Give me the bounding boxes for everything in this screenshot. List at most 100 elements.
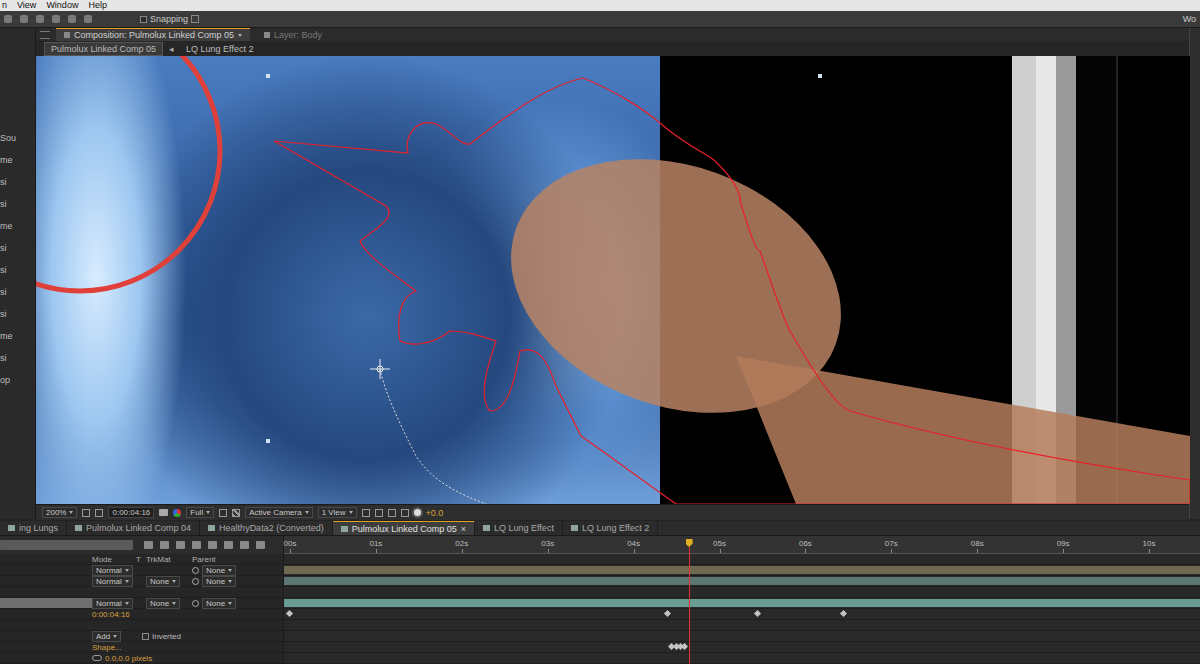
composition-viewer[interactable] [36,56,1190,504]
grid-icon[interactable] [95,509,103,517]
layer-bar[interactable] [284,577,1200,585]
motion-path[interactable] [380,369,486,504]
timeline-switch-icon[interactable] [208,541,217,549]
tool-icon[interactable] [36,15,44,23]
mask-feather-row[interactable]: 0.0,0.0 pixels [0,653,283,664]
tool-icon[interactable] [68,15,76,23]
menu-item[interactable]: View [17,0,36,11]
breadcrumb[interactable]: LQ Lung Effect 2 [180,43,259,55]
zoom-dropdown[interactable]: 200% [42,507,77,518]
close-tab-button[interactable]: × [461,524,466,534]
snapping-toggle[interactable]: Snapping [140,14,199,24]
panel-tab[interactable]: Composition: Pulmolux Linked Comp 05 [56,28,250,41]
mask-feather-value[interactable]: 0.0,0.0 pixels [105,654,152,663]
project-item[interactable]: si [0,243,35,254]
mode-dropdown[interactable]: Normal [92,576,133,587]
dropdown-arrow-icon[interactable] [238,34,242,37]
snapshot-icon[interactable] [159,509,168,516]
region-icon[interactable] [219,509,227,517]
views-dropdown[interactable]: 1 View [318,507,357,518]
timeline-tab[interactable]: LQ Lung Effect 2 [563,521,658,535]
timeline-switch-icon[interactable] [144,541,153,549]
timeline-switch-icon[interactable] [224,541,233,549]
project-item[interactable]: si [0,353,35,364]
layer-name[interactable] [0,576,92,586]
layer-handle[interactable] [266,74,270,78]
breadcrumb[interactable]: Pulmolux Linked Comp 05 [44,42,163,56]
transparency-grid-icon[interactable] [232,509,240,517]
layer-handle[interactable] [818,74,822,78]
keyframe[interactable] [286,610,293,617]
project-item[interactable]: me [0,155,35,166]
project-item[interactable]: me [0,331,35,342]
flowchart-icon[interactable] [401,509,409,517]
exposure-value[interactable]: +0.0 [426,508,444,518]
keyframe[interactable] [664,610,671,617]
mask-shape-value[interactable]: Shape... [92,643,122,652]
trkmat-dropdown[interactable]: None [146,576,180,587]
timeline-tab[interactable]: Pulmolux Linked Comp 05 × [333,521,475,535]
time-value[interactable]: 0:00:04:16 [92,610,130,619]
layer-search[interactable] [0,540,133,550]
layer-name[interactable] [0,565,92,575]
timeline-switch-icon[interactable] [176,541,185,549]
parent-dropdown[interactable]: None [202,576,236,587]
project-item[interactable]: Sou [0,133,35,144]
inverted-checkbox[interactable] [142,633,149,640]
project-item[interactable]: si [0,287,35,298]
project-item[interactable]: si [0,177,35,188]
menu-item[interactable]: n [2,0,7,11]
mode-dropdown[interactable]: Normal [92,565,133,576]
inverted-toggle[interactable]: Inverted [142,632,181,641]
project-item[interactable]: si [0,199,35,210]
current-time[interactable]: 0:00:04:16 [108,507,154,518]
fast-preview-icon[interactable] [375,509,383,517]
mask-path[interactable] [274,78,1190,504]
pick-whip-icon[interactable] [192,600,199,607]
tool-icon[interactable] [52,15,60,23]
timeline-tab[interactable]: ing Lungs [0,521,67,535]
layer-bar[interactable] [284,566,1200,574]
layer-handle[interactable] [266,439,270,443]
snapping-checkbox[interactable] [140,16,147,23]
timeline-tab[interactable]: LQ Lung Effect [475,521,563,535]
parent-dropdown[interactable]: None [202,565,236,576]
pick-whip-icon[interactable] [192,578,199,585]
tool-icon[interactable] [84,15,92,23]
time-ruler[interactable]: 00s 01s 02s 03s 04s 05s 06s 07s 08s 09s … [284,536,1200,554]
mask-overlay[interactable] [36,56,1190,504]
project-item[interactable]: op [0,375,35,386]
exposure-icon[interactable] [414,509,421,516]
link-icon[interactable] [92,655,102,661]
camera-dropdown[interactable]: Active Camera [245,507,312,518]
tool-icon[interactable] [4,15,12,23]
timeline-switch-icon[interactable] [240,541,249,549]
tool-icon[interactable] [20,15,28,23]
grip-icon[interactable] [40,31,50,39]
channel-icon[interactable] [173,509,181,517]
project-item[interactable]: me [0,221,35,232]
toggle-pixel-icon[interactable] [362,509,370,517]
mask-mode-dropdown[interactable]: Add [92,631,121,642]
timeline-tab[interactable]: Pulmolux Linked Comp 04 [67,521,200,535]
timeline-switch-icon[interactable] [160,541,169,549]
mask-shape-row[interactable]: Shape... [0,642,283,653]
keyframe[interactable] [681,643,688,650]
layer-row[interactable]: Normal None None [0,576,283,587]
project-item[interactable]: si [0,309,35,320]
menu-item[interactable]: Window [46,0,78,11]
timeline-switch-icon[interactable] [192,541,201,549]
layer-name[interactable] [0,598,92,608]
track-area[interactable]: 00s 01s 02s 03s 04s 05s 06s 07s 08s 09s … [284,536,1200,664]
menu-item[interactable]: Help [88,0,107,11]
keyframe[interactable] [840,610,847,617]
timeline-icon[interactable] [388,509,396,517]
project-item[interactable]: si [0,265,35,276]
timeline-tab[interactable]: HealthyData2 (Converted) [200,521,333,535]
snap-icon[interactable] [191,15,199,23]
layer-bar[interactable] [284,599,1200,607]
layer-row[interactable]: Normal None None [0,598,283,609]
safe-zones-icon[interactable] [82,509,90,517]
workspace-label[interactable]: Wo [1183,14,1196,24]
mode-dropdown[interactable]: Normal [92,598,133,609]
